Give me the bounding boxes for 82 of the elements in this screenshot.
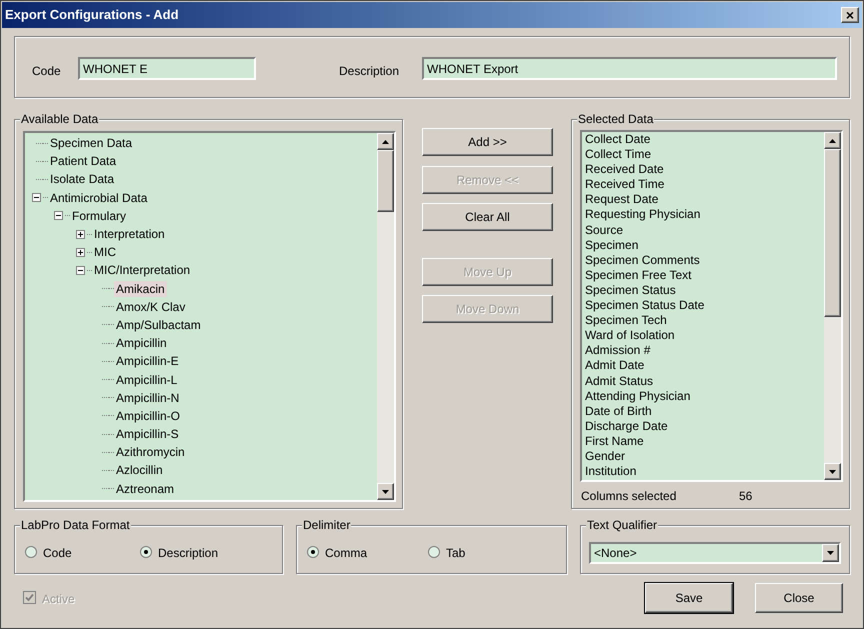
action-button[interactable]: Save <box>645 583 733 613</box>
tree-item[interactable]: Patient Data <box>48 153 118 170</box>
radio-button[interactable] <box>140 546 152 558</box>
list-item[interactable]: Discharge Date <box>585 418 704 434</box>
field-label: Code <box>32 63 61 80</box>
list-item[interactable]: Requesting Physician <box>585 207 704 223</box>
tree-item[interactable]: Aztreonam <box>114 480 176 497</box>
tree-item[interactable]: Azlocillin <box>114 462 165 478</box>
count-label: Columns selected <box>581 488 676 505</box>
radio-button[interactable] <box>428 546 440 558</box>
tree-item[interactable]: Ampicillin-E <box>114 353 181 370</box>
tree-item[interactable]: Interpretation <box>92 226 167 242</box>
list-item[interactable]: Institution <box>585 464 704 480</box>
tree-item[interactable]: Ampicillin-S <box>114 426 181 442</box>
radio-label[interactable]: Description <box>158 544 218 562</box>
list-item[interactable]: Admit Status <box>585 374 704 389</box>
count-value: 56 <box>739 488 752 505</box>
radio-label[interactable]: Comma <box>325 544 368 562</box>
scroll-up-icon[interactable] <box>829 138 836 142</box>
collapse-icon[interactable] <box>32 193 40 202</box>
list-item[interactable]: Specimen Tech <box>585 313 704 328</box>
radio-label[interactable]: Tab <box>446 544 466 562</box>
list-item[interactable]: Received Date <box>585 162 704 178</box>
tree-item[interactable]: Ampicillin <box>114 335 169 352</box>
list-item[interactable]: Ward of Isolation <box>585 328 704 344</box>
list-item[interactable]: First Name <box>585 434 704 449</box>
action-button[interactable]: Close <box>755 583 843 613</box>
scroll-down-icon[interactable] <box>829 470 836 474</box>
expand-icon[interactable] <box>76 248 84 257</box>
scroll-thumb[interactable] <box>824 149 841 317</box>
action-button[interactable]: Add >> <box>422 128 553 156</box>
tree-item[interactable]: Amikacin <box>114 280 167 297</box>
scroll-thumb[interactable] <box>377 150 394 212</box>
radio-label[interactable]: Code <box>43 544 72 562</box>
list-item[interactable]: Admit Date <box>585 358 704 374</box>
list-item[interactable]: Gender <box>585 448 704 464</box>
list-item[interactable]: Date of Birth <box>585 404 704 419</box>
group-title: Selected Data <box>577 112 654 126</box>
tree-item[interactable]: Ampicillin-N <box>114 390 182 406</box>
list-item[interactable]: Request Date <box>585 192 704 208</box>
list-item[interactable]: Admission # <box>585 343 704 358</box>
list-item[interactable]: Source <box>585 222 704 238</box>
tree-item[interactable]: MIC/Interpretation <box>92 262 192 278</box>
list-item[interactable]: Attending Physician <box>585 388 704 404</box>
list-item[interactable]: Collect Time <box>585 147 704 162</box>
text-qualifier-dropdown[interactable]: <None> <box>589 542 841 564</box>
action-button[interactable]: Clear All <box>422 203 553 231</box>
tree-item[interactable]: Ampicillin-O <box>114 408 182 424</box>
scroll-up-icon[interactable] <box>382 140 389 144</box>
expand-icon[interactable] <box>76 230 84 239</box>
group-title: Delimiter <box>302 518 352 532</box>
tree-item[interactable]: Specimen Data <box>48 135 134 152</box>
tree-item[interactable]: Antimicrobial Data <box>48 190 150 206</box>
radio-button[interactable] <box>307 546 319 558</box>
code-field[interactable]: WHONET E <box>78 57 256 80</box>
scrollbar[interactable] <box>824 132 841 480</box>
window-title: Export Configurations - Add <box>5 6 179 24</box>
tree-item[interactable]: MIC <box>92 244 118 260</box>
description-field[interactable]: WHONET Export <box>422 57 837 80</box>
tree-item[interactable]: Amp/Sulbactam <box>114 316 203 333</box>
list-item[interactable]: Specimen Comments <box>585 252 704 268</box>
list-item[interactable]: Specimen Status <box>585 282 704 298</box>
radio-button[interactable] <box>25 546 37 558</box>
scrollbar[interactable] <box>377 133 394 500</box>
list-item[interactable]: Specimen Free Text <box>585 268 704 283</box>
scroll-down-icon[interactable] <box>382 490 389 494</box>
tree-item[interactable]: Ampicillin-L <box>114 372 180 388</box>
tree-item[interactable]: Amox/K Clav <box>114 298 188 315</box>
tree-item[interactable]: Isolate Data <box>48 171 116 188</box>
list-item[interactable]: Received Time <box>585 177 704 192</box>
list-item[interactable]: Collect Date <box>585 132 704 148</box>
group-title: Text Qualifier <box>586 518 658 532</box>
list-item[interactable]: Specimen <box>585 238 704 253</box>
collapse-icon[interactable] <box>54 211 62 220</box>
field-label: Description <box>339 63 400 80</box>
group-title: Available Data <box>20 112 100 126</box>
collapse-icon[interactable] <box>76 266 84 275</box>
group-title: LabPro Data Format <box>20 518 131 532</box>
tree-item[interactable]: Formulary <box>70 208 128 224</box>
list-item[interactable]: Specimen Status Date <box>585 298 704 314</box>
tree-item[interactable]: Azithromycin <box>114 444 187 460</box>
close-button[interactable]: × <box>841 7 859 23</box>
